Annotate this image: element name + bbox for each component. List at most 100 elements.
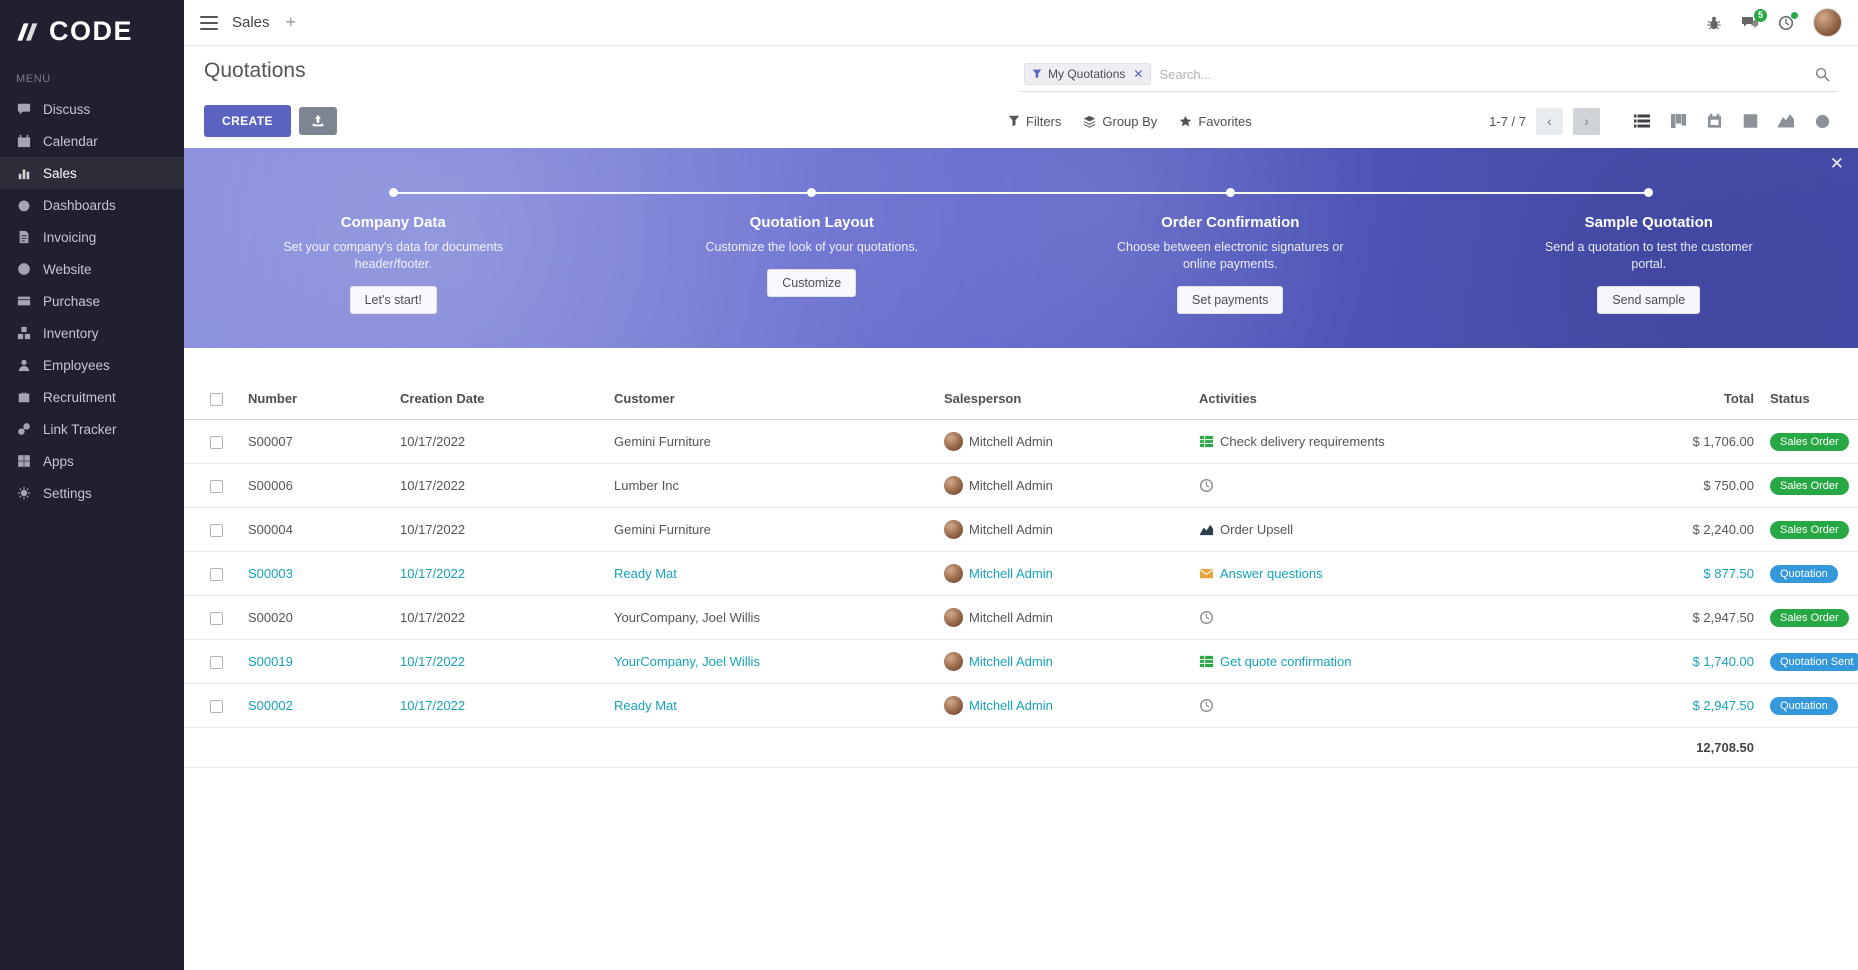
table-row[interactable]: S00007 10/17/2022 Gemini Furniture Mitch… (184, 420, 1858, 464)
set-payments-button[interactable]: Set payments (1177, 286, 1283, 314)
sidebar-item-dashboards[interactable]: Dashboards (0, 189, 184, 221)
search-bar[interactable]: My Quotations ✕ (1020, 59, 1838, 92)
row-checkbox[interactable] (210, 612, 223, 625)
sidebar-item-purchase[interactable]: Purchase (0, 285, 184, 317)
sidebar-item-calendar[interactable]: Calendar (0, 125, 184, 157)
activity-label[interactable]: Get quote confirmation (1220, 654, 1352, 669)
email-icon[interactable] (1199, 566, 1214, 581)
customize-button[interactable]: Customize (767, 269, 856, 297)
send-sample-button[interactable]: Send sample (1597, 286, 1700, 314)
view-graph-button[interactable] (1770, 108, 1802, 135)
sidebar-item-recruitment[interactable]: Recruitment (0, 381, 184, 413)
chart-icon[interactable] (1199, 522, 1214, 537)
step-description: Send a quotation to test the customer po… (1531, 239, 1766, 273)
step-dot (807, 188, 816, 197)
row-checkbox[interactable] (210, 568, 223, 581)
sidebar-item-label: Inventory (43, 326, 99, 341)
cell-number[interactable]: S00006 (240, 464, 392, 508)
create-button[interactable]: CREATE (204, 105, 291, 137)
sidebar-item-discuss[interactable]: Discuss (0, 93, 184, 125)
status-badge: Sales Order (1770, 521, 1849, 539)
messages-icon[interactable]: 5 (1741, 15, 1759, 31)
upload-button[interactable] (299, 107, 337, 135)
pager-previous-button[interactable]: ‹ (1536, 108, 1563, 135)
sidebar-item-link-tracker[interactable]: Link Tracker (0, 413, 184, 445)
cell-number[interactable]: S00004 (240, 508, 392, 552)
header-number[interactable]: Number (240, 378, 392, 420)
new-tab-button[interactable]: + (286, 12, 297, 33)
sidebar-item-website[interactable]: Website (0, 253, 184, 285)
search-input[interactable] (1159, 67, 1807, 82)
group-by-button[interactable]: Group By (1083, 114, 1157, 129)
cell-number[interactable]: S00003 (240, 552, 392, 596)
activity-label[interactable]: Check delivery requirements (1220, 434, 1385, 449)
tasks-icon[interactable] (1199, 434, 1214, 449)
view-activity-button[interactable] (1806, 108, 1838, 135)
sidebar-item-sales[interactable]: Sales (0, 157, 184, 189)
activity-label[interactable]: Answer questions (1220, 566, 1323, 581)
status-badge: Quotation (1770, 565, 1838, 583)
sidebar-item-employees[interactable]: Employees (0, 349, 184, 381)
row-checkbox[interactable] (210, 524, 223, 537)
sidebar-item-apps[interactable]: Apps (0, 445, 184, 477)
table-row[interactable]: S00003 10/17/2022 Ready Mat Mitchell Adm… (184, 552, 1858, 596)
app-title[interactable]: Sales (232, 14, 270, 31)
activity-label[interactable]: Order Upsell (1220, 522, 1293, 537)
favorites-button[interactable]: Favorites (1179, 114, 1251, 129)
sidebar-item-settings[interactable]: Settings (0, 477, 184, 509)
activities-clock-icon[interactable] (1778, 15, 1794, 31)
view-list-button[interactable] (1626, 108, 1658, 135)
sidebar-item-label: Purchase (43, 294, 100, 309)
cell-salesperson: Mitchell Admin (936, 464, 1191, 508)
cell-number[interactable]: S00002 (240, 684, 392, 728)
header-customer[interactable]: Customer (606, 378, 936, 420)
table-row[interactable]: S00020 10/17/2022 YourCompany, Joel Will… (184, 596, 1858, 640)
tasks-icon[interactable] (1199, 654, 1214, 669)
logo[interactable]: CODE (0, 0, 184, 61)
row-checkbox[interactable] (210, 700, 223, 713)
table-row[interactable]: S00004 10/17/2022 Gemini Furniture Mitch… (184, 508, 1858, 552)
search-facet[interactable]: My Quotations ✕ (1024, 63, 1151, 85)
filters-button[interactable]: Filters (1008, 114, 1061, 129)
table-row[interactable]: S00019 10/17/2022 YourCompany, Joel Will… (184, 640, 1858, 684)
header-activities[interactable]: Activities (1191, 378, 1637, 420)
app-root: CODE MENU Discuss Calendar Sales Dashboa… (0, 0, 1858, 970)
cell-activities: Check delivery requirements (1191, 420, 1637, 464)
user-avatar[interactable] (1813, 8, 1842, 37)
cell-total: $ 2,947.50 (1637, 596, 1762, 640)
sales-icon (16, 165, 32, 181)
pager-next-button[interactable]: › (1573, 108, 1600, 135)
clock-icon[interactable] (1199, 478, 1214, 493)
header-total[interactable]: Total (1637, 378, 1762, 420)
clock-icon[interactable] (1199, 610, 1214, 625)
facet-remove-icon[interactable]: ✕ (1133, 67, 1143, 81)
view-kanban-button[interactable] (1662, 108, 1694, 135)
table-row[interactable]: S00006 10/17/2022 Lumber Inc Mitchell Ad… (184, 464, 1858, 508)
cell-number[interactable]: S00020 (240, 596, 392, 640)
table-row[interactable]: S00002 10/17/2022 Ready Mat Mitchell Adm… (184, 684, 1858, 728)
clock-icon[interactable] (1199, 698, 1214, 713)
cell-number[interactable]: S00019 (240, 640, 392, 684)
messages-badge: 5 (1754, 9, 1767, 22)
row-checkbox[interactable] (210, 480, 223, 493)
view-calendar-button[interactable] (1698, 108, 1730, 135)
header-salesperson[interactable]: Salesperson (936, 378, 1191, 420)
debug-icon[interactable] (1706, 15, 1722, 31)
cell-total: $ 1,740.00 (1637, 640, 1762, 684)
sidebar-item-invoicing[interactable]: Invoicing (0, 221, 184, 253)
cell-creation-date: 10/17/2022 (392, 552, 606, 596)
upload-icon (311, 114, 325, 128)
header-status[interactable]: Status (1762, 378, 1858, 420)
view-pivot-button[interactable] (1734, 108, 1766, 135)
step-description: Set your company's data for documents he… (276, 239, 511, 273)
sidebar-item-inventory[interactable]: Inventory (0, 317, 184, 349)
row-checkbox[interactable] (210, 656, 223, 669)
lets-start-button[interactable]: Let's start! (350, 286, 437, 314)
hamburger-menu-icon[interactable] (200, 12, 218, 34)
breadcrumb-title[interactable]: Quotations (204, 59, 306, 83)
header-creation-date[interactable]: Creation Date (392, 378, 606, 420)
row-checkbox[interactable] (210, 436, 223, 449)
select-all-checkbox[interactable] (210, 393, 223, 406)
search-icon[interactable] (1815, 67, 1830, 82)
cell-number[interactable]: S00007 (240, 420, 392, 464)
